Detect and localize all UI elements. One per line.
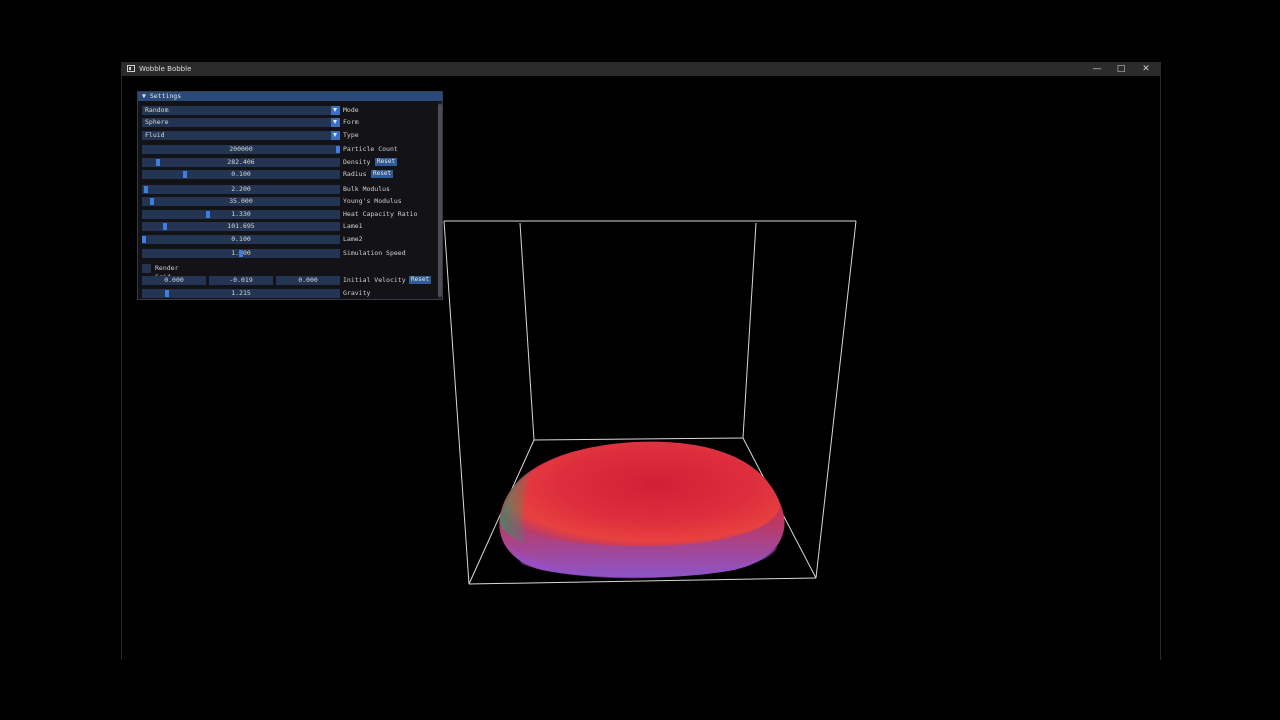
- initial-velocity-x-input[interactable]: 0.000: [142, 276, 206, 285]
- slider-grab[interactable]: [239, 250, 243, 257]
- initial-velocity-y-input[interactable]: -0.019: [209, 276, 273, 285]
- initial-velocity-y-value: -0.019: [229, 276, 253, 284]
- mode-value: Random: [145, 106, 169, 114]
- window-title: Wobble Bobble: [139, 65, 192, 73]
- heat-capacity-slider[interactable]: 1.330: [142, 210, 340, 219]
- type-label: Type: [343, 131, 359, 139]
- mode-dropdown[interactable]: Random: [142, 106, 340, 115]
- particle-count-slider[interactable]: 200000: [142, 145, 340, 154]
- app-icon: [127, 65, 135, 72]
- gravity-slider[interactable]: 1.215: [142, 289, 340, 298]
- slider-grab[interactable]: [165, 290, 170, 297]
- gravity-value: 1.215: [231, 289, 251, 297]
- bulk-modulus-label: Bulk Modulus: [343, 185, 390, 193]
- slider-grab[interactable]: [182, 171, 187, 178]
- scrollbar-thumb[interactable]: [438, 104, 442, 297]
- density-value: 282.406: [227, 158, 255, 166]
- box-left-back-edge: [519, 222, 535, 441]
- radius-reset-button[interactable]: Reset: [371, 170, 394, 178]
- lame2-value: 0.100: [231, 235, 251, 243]
- settings-header[interactable]: ▼ Settings: [138, 92, 442, 101]
- maximize-icon[interactable]: □: [1110, 63, 1132, 75]
- particle-count-value: 200000: [229, 145, 253, 153]
- initial-velocity-x-value: 0.000: [164, 276, 184, 284]
- settings-scrollbar[interactable]: [438, 102, 442, 299]
- slider-grab[interactable]: [155, 159, 160, 166]
- slider-grab[interactable]: [142, 236, 146, 243]
- simulation-speed-label: Simulation Speed: [343, 249, 406, 257]
- gravity-label: Gravity: [343, 289, 371, 297]
- lame1-value: 101.695: [227, 222, 255, 230]
- radius-slider[interactable]: 0.100: [142, 170, 340, 179]
- radius-label: Radius: [343, 170, 367, 178]
- initial-velocity-reset-button[interactable]: Reset: [409, 276, 432, 284]
- box-right-front-edge: [815, 220, 857, 579]
- bulk-modulus-slider[interactable]: 2.200: [142, 185, 340, 194]
- particle-count-label: Particle Count: [343, 145, 398, 153]
- box-right-back-edge: [742, 222, 757, 439]
- lame2-label: Lame2: [343, 235, 363, 243]
- chevron-down-icon[interactable]: [331, 106, 340, 115]
- youngs-modulus-value: 35.000: [229, 197, 253, 205]
- youngs-modulus-label: Young's Modulus: [343, 197, 402, 205]
- initial-velocity-z-input[interactable]: 0.000: [276, 276, 340, 285]
- slider-grab[interactable]: [336, 146, 340, 153]
- type-value: Fluid: [145, 131, 165, 139]
- chevron-down-icon[interactable]: [331, 118, 340, 127]
- box-left-front-edge: [443, 220, 470, 585]
- chevron-down-icon[interactable]: [331, 131, 340, 140]
- density-reset-button[interactable]: Reset: [375, 158, 398, 166]
- box-back-bottom-edge: [533, 437, 744, 441]
- render-grid-checkbox[interactable]: [142, 264, 151, 273]
- form-dropdown[interactable]: Sphere: [142, 118, 340, 127]
- bulk-modulus-value: 2.200: [231, 185, 251, 193]
- slider-grab[interactable]: [143, 186, 148, 193]
- title-bar[interactable]: Wobble Bobble — □ ✕: [122, 62, 1160, 76]
- box-front-bottom-edge: [468, 577, 817, 585]
- close-icon[interactable]: ✕: [1135, 63, 1157, 75]
- fluid-blob: [499, 441, 785, 579]
- heat-capacity-value: 1.330: [231, 210, 251, 218]
- simulation-speed-slider[interactable]: 1.000: [142, 249, 340, 258]
- heat-capacity-label: Heat Capacity Ratio: [343, 210, 418, 218]
- lame2-slider[interactable]: 0.100: [142, 235, 340, 244]
- initial-velocity-z-value: 0.000: [298, 276, 318, 284]
- form-label: Form: [343, 118, 359, 126]
- density-slider[interactable]: 282.406: [142, 158, 340, 167]
- settings-panel: ▼ Settings Random Mode Sphere Form Fluid…: [137, 91, 443, 300]
- form-value: Sphere: [145, 118, 169, 126]
- mode-label: Mode: [343, 106, 359, 114]
- slider-grab[interactable]: [163, 223, 168, 230]
- youngs-modulus-slider[interactable]: 35.000: [142, 197, 340, 206]
- radius-value: 0.100: [231, 170, 251, 178]
- type-dropdown[interactable]: Fluid: [142, 131, 340, 140]
- slider-grab[interactable]: [149, 198, 154, 205]
- density-label: Density: [343, 158, 371, 166]
- lame1-label: Lame1: [343, 222, 363, 230]
- initial-velocity-label: Initial Velocity: [343, 276, 406, 284]
- lame1-slider[interactable]: 101.695: [142, 222, 340, 231]
- slider-grab[interactable]: [206, 211, 211, 218]
- minimize-icon[interactable]: —: [1086, 63, 1108, 75]
